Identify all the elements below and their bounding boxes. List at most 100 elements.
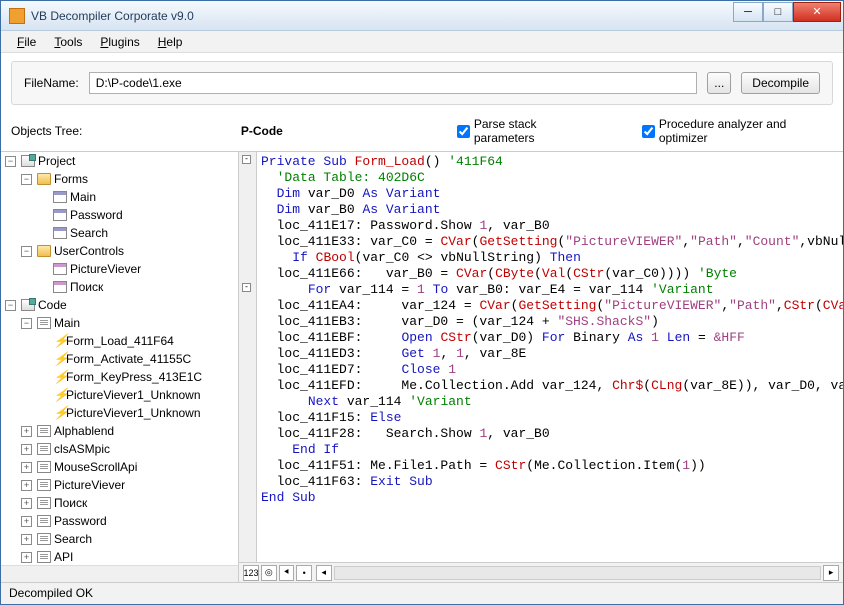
code-hscroll[interactable]	[334, 566, 822, 580]
tree-main[interactable]: −Main	[21, 314, 238, 332]
tree-mod-4-icon	[37, 497, 51, 509]
tree-fn-1-label: Form_Activate_41155C	[66, 350, 191, 368]
parse-stack-input[interactable]	[457, 125, 470, 138]
proc-analyzer-input[interactable]	[642, 125, 655, 138]
tree-code[interactable]: −Code	[5, 296, 238, 314]
menubar: File Tools Plugins Help	[1, 31, 843, 53]
tree-main-icon	[37, 317, 51, 329]
tree-form-2-icon	[53, 227, 67, 239]
tree-mod-5[interactable]: +Password	[21, 512, 238, 530]
tree-mod-2-label: MouseScrollApi	[54, 458, 137, 476]
tree-forms-icon	[37, 173, 51, 185]
menu-file[interactable]: File	[9, 33, 44, 51]
tree-mod-6-icon	[37, 533, 51, 545]
tree-project[interactable]: −Project	[5, 152, 238, 170]
tree-form-2[interactable]: Search	[37, 224, 238, 242]
tree-mod-1-label: clsASMpic	[54, 440, 110, 458]
code-gutter[interactable]: - -	[239, 152, 257, 562]
titlebar[interactable]: VB Decompiler Corporate v9.0 ─ □ ✕	[1, 1, 843, 31]
tree-fn-2[interactable]: ⚡Form_KeyPress_413E1C	[37, 368, 238, 386]
tool-back[interactable]: ⯇	[279, 565, 295, 581]
tree-hscroll[interactable]	[1, 565, 238, 582]
code-text[interactable]: Private Sub Form_Load() '411F64 'Data Ta…	[257, 152, 843, 562]
tree-fn-4-label: PictureViever1_Unknown	[66, 404, 201, 422]
filename-label: FileName:	[24, 76, 79, 90]
code-toolbar: 123 ◎ ⯇ • ◂ ▸	[239, 562, 843, 582]
tool-123[interactable]: 123	[243, 565, 259, 581]
tree-mod-0-icon	[37, 425, 51, 437]
tree-mod-3-label: PictureViever	[54, 476, 125, 494]
tree-code-icon	[21, 299, 35, 311]
tree-usercontrols[interactable]: −UserControls	[21, 242, 238, 260]
menu-plugins[interactable]: Plugins	[92, 33, 147, 51]
close-button[interactable]: ✕	[793, 2, 841, 22]
pcode-label: P-Code	[241, 124, 441, 138]
fold-marker[interactable]: -	[242, 283, 251, 292]
tree-uc-1[interactable]: Поиск	[37, 278, 238, 296]
tree-project-label: Project	[38, 152, 75, 170]
tree-fn-3-icon: ⚡	[53, 386, 63, 404]
tree-mod-6-label: Search	[54, 530, 92, 548]
tree-mod-7-icon	[37, 551, 51, 563]
tree-fn-3-label: PictureViever1_Unknown	[66, 386, 201, 404]
objects-tree-label: Objects Tree:	[11, 124, 233, 138]
tree-mod-3-icon	[37, 479, 51, 491]
tree-fn-0[interactable]: ⚡Form_Load_411F64	[37, 332, 238, 350]
decompile-button[interactable]: Decompile	[741, 72, 820, 94]
tree-fn-4-icon: ⚡	[53, 404, 63, 422]
tool-dot[interactable]: •	[296, 565, 312, 581]
maximize-button[interactable]: □	[763, 2, 793, 22]
menu-help[interactable]: Help	[150, 33, 191, 51]
file-panel: FileName: ... Decompile	[11, 61, 833, 105]
tree-mod-5-label: Password	[54, 512, 107, 530]
tree-fn-0-icon: ⚡	[53, 332, 63, 350]
tree-uc-0[interactable]: PictureViever	[37, 260, 238, 278]
tree-mod-6[interactable]: +Search	[21, 530, 238, 548]
main-area: −Project−FormsMainPasswordSearch−UserCon…	[1, 151, 843, 582]
window-title: VB Decompiler Corporate v9.0	[31, 9, 733, 23]
tree-mod-4-label: Поиск	[54, 494, 87, 512]
tree-form-1[interactable]: Password	[37, 206, 238, 224]
column-headers: Objects Tree: P-Code Parse stack paramet…	[1, 113, 843, 151]
tree-mod-3[interactable]: +PictureViever	[21, 476, 238, 494]
code-panel: - - Private Sub Form_Load() '411F64 'Dat…	[239, 152, 843, 582]
parse-stack-checkbox[interactable]: Parse stack parameters	[457, 117, 597, 145]
tree-mod-5-icon	[37, 515, 51, 527]
tree-main-label: Main	[54, 314, 80, 332]
tree-mod-2[interactable]: +MouseScrollApi	[21, 458, 238, 476]
tree-uc-1-icon	[53, 281, 67, 293]
tree-code-label: Code	[38, 296, 67, 314]
tool-right[interactable]: ▸	[823, 565, 839, 581]
tree-mod-4[interactable]: +Поиск	[21, 494, 238, 512]
tree-fn-3[interactable]: ⚡PictureViever1_Unknown	[37, 386, 238, 404]
tree-mod-1[interactable]: +clsASMpic	[21, 440, 238, 458]
tree-fn-1-icon: ⚡	[53, 350, 63, 368]
status-bar: Decompiled OK	[1, 582, 843, 604]
tree-mod-0-label: Alphablend	[54, 422, 114, 440]
tree-fn-2-icon: ⚡	[53, 368, 63, 386]
tool-left[interactable]: ◂	[316, 565, 332, 581]
tree-forms[interactable]: −Forms	[21, 170, 238, 188]
filename-input[interactable]	[89, 72, 698, 94]
tree-mod-7-label: API	[54, 548, 73, 566]
tree-usercontrols-label: UserControls	[54, 242, 124, 260]
tree-project-icon	[21, 155, 35, 167]
tool-target[interactable]: ◎	[261, 565, 277, 581]
tree-form-0[interactable]: Main	[37, 188, 238, 206]
minimize-button[interactable]: ─	[733, 2, 763, 22]
tree-fn-4[interactable]: ⚡PictureViever1_Unknown	[37, 404, 238, 422]
tree-form-0-icon	[53, 191, 67, 203]
fold-marker[interactable]: -	[242, 155, 251, 164]
code-area[interactable]: - - Private Sub Form_Load() '411F64 'Dat…	[239, 152, 843, 562]
tree-fn-1[interactable]: ⚡Form_Activate_41155C	[37, 350, 238, 368]
objects-tree[interactable]: −Project−FormsMainPasswordSearch−UserCon…	[1, 152, 239, 582]
tree-mod-0[interactable]: +Alphablend	[21, 422, 238, 440]
tree-mod-7[interactable]: +API	[21, 548, 238, 566]
tree-fn-2-label: Form_KeyPress_413E1C	[66, 368, 202, 386]
tree-uc-0-label: PictureViever	[70, 260, 141, 278]
menu-tools[interactable]: Tools	[46, 33, 90, 51]
tree-forms-label: Forms	[54, 170, 88, 188]
proc-analyzer-checkbox[interactable]: Procedure analyzer and optimizer	[642, 117, 833, 145]
browse-button[interactable]: ...	[707, 72, 731, 94]
tree-usercontrols-icon	[37, 245, 51, 257]
